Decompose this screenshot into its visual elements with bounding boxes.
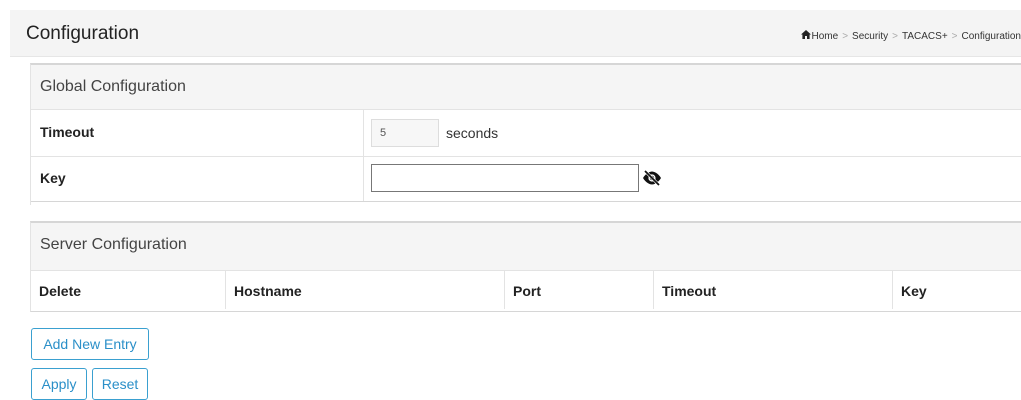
- breadcrumb: Home > Security > TACACS+ > Configuration: [800, 30, 1021, 42]
- breadcrumb-tacacs[interactable]: TACACS+: [902, 31, 948, 42]
- reset-button[interactable]: Reset: [92, 368, 148, 400]
- breadcrumb-separator: >: [892, 31, 898, 42]
- eye-slash-icon[interactable]: [642, 169, 662, 187]
- column-key: Key: [892, 271, 1021, 309]
- server-configuration-heading: Server Configuration: [31, 223, 1021, 271]
- timeout-input[interactable]: [371, 119, 439, 147]
- add-new-entry-button[interactable]: Add New Entry: [31, 328, 149, 360]
- breadcrumb-security[interactable]: Security: [852, 31, 888, 42]
- key-label: Key: [40, 170, 66, 186]
- timeout-unit: seconds: [446, 125, 499, 141]
- column-hostname: Hostname: [225, 271, 504, 309]
- breadcrumb-home[interactable]: Home: [812, 31, 839, 42]
- page-header: Configuration Home > Security > TACACS+ > Conf…: [10, 10, 1021, 57]
- column-port: Port: [504, 271, 653, 309]
- page-title: Configuration: [26, 23, 140, 44]
- key-value-cell: [363, 157, 661, 201]
- home-icon: [800, 30, 811, 42]
- global-configuration-heading: Global Configuration: [31, 65, 1021, 110]
- column-timeout: Timeout: [653, 271, 892, 309]
- column-delete: Delete: [39, 283, 82, 299]
- breadcrumb-separator: >: [951, 31, 958, 42]
- timeout-label: Timeout: [40, 124, 95, 140]
- apply-button[interactable]: Apply: [31, 368, 87, 400]
- breadcrumb-configuration: Configuration: [961, 31, 1021, 42]
- global-configuration-panel: Global Configuration Timeout seconds Key: [30, 63, 1021, 205]
- breadcrumb-separator: >: [842, 31, 849, 42]
- server-table-header: Delete Hostname Port Timeout Key: [31, 271, 1021, 309]
- timeout-value-cell: seconds: [363, 110, 498, 156]
- timeout-row: Timeout seconds: [31, 110, 1021, 157]
- server-configuration-panel: Server Configuration Delete Hostname Por…: [30, 221, 1021, 312]
- key-input[interactable]: [371, 164, 639, 192]
- key-row: Key: [31, 157, 1021, 202]
